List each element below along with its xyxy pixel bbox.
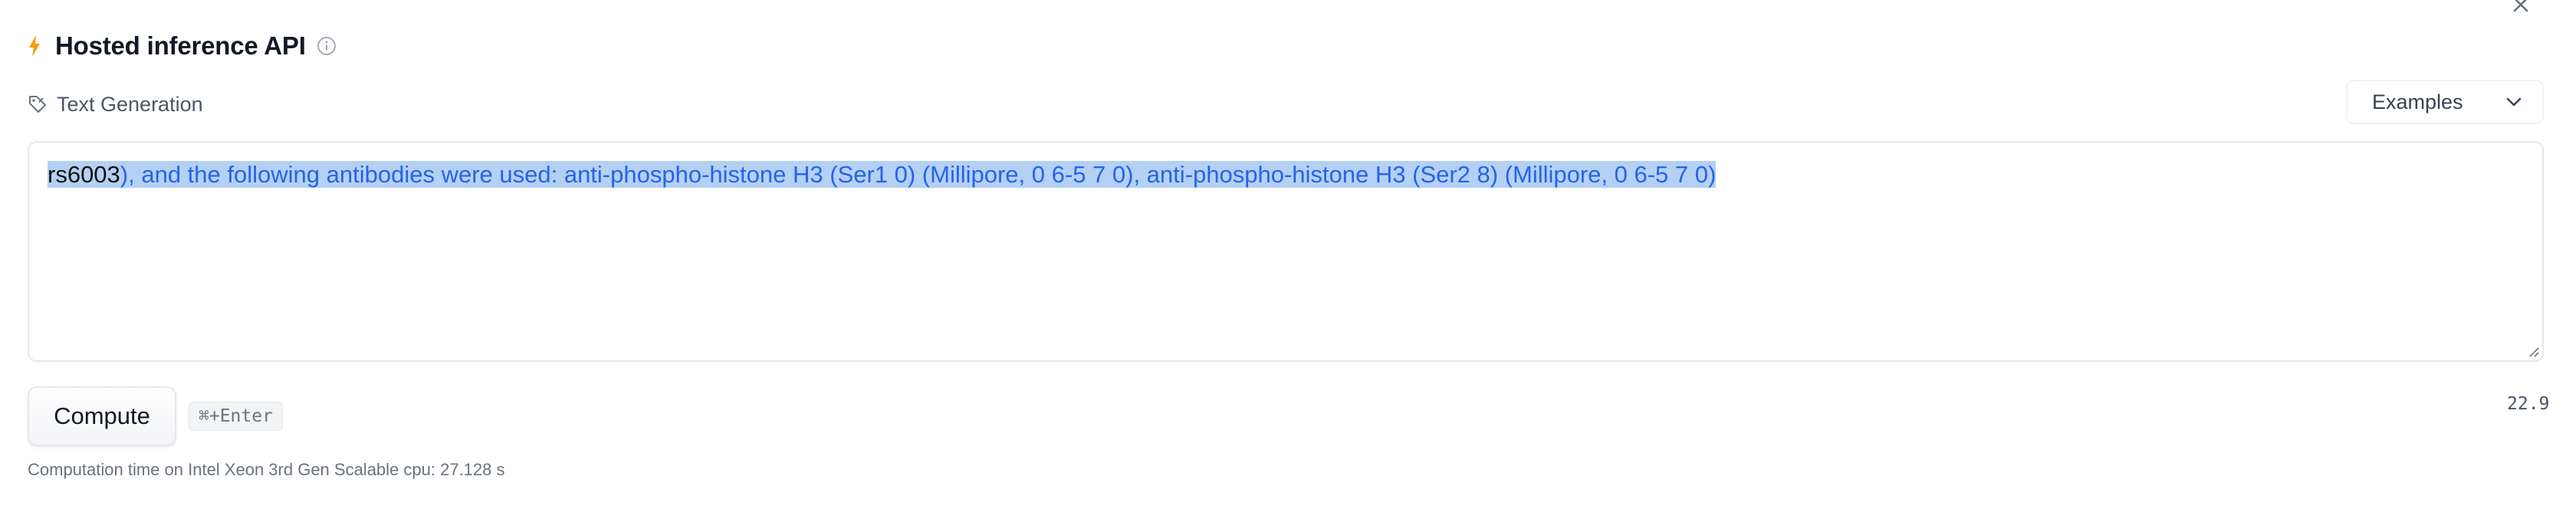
tag-icon [28, 94, 48, 114]
compute-button[interactable]: Compute [28, 386, 176, 446]
task-type: Text Generation [28, 87, 203, 121]
inference-widget: Hosted inference API Text Generation Exa… [0, 0, 2576, 509]
keyboard-shortcut: ⌘+Enter [189, 402, 283, 431]
task-label: Text Generation [57, 92, 203, 116]
bolt-icon [28, 34, 43, 57]
input-text: rs6003), and the following antibodies we… [48, 159, 2524, 190]
close-button[interactable] [2505, 0, 2536, 17]
info-icon[interactable] [317, 36, 337, 56]
examples-dropdown[interactable]: Examples [2346, 80, 2544, 124]
widget-header: Hosted inference API [28, 28, 337, 64]
value-readout: 22.9 [2507, 394, 2550, 414]
examples-label: Examples [2372, 90, 2463, 113]
text-input[interactable]: rs6003), and the following antibodies we… [28, 141, 2544, 362]
generated-text: ), and the following antibodies were use… [120, 161, 1717, 188]
prompt-text: rs6003 [48, 161, 120, 188]
chevron-down-icon [2506, 97, 2522, 107]
computation-time: Computation time on Intel Xeon 3rd Gen S… [28, 460, 505, 479]
resize-handle-icon[interactable] [2525, 343, 2539, 357]
widget-title: Hosted inference API [55, 31, 306, 60]
close-icon [2513, 0, 2528, 12]
